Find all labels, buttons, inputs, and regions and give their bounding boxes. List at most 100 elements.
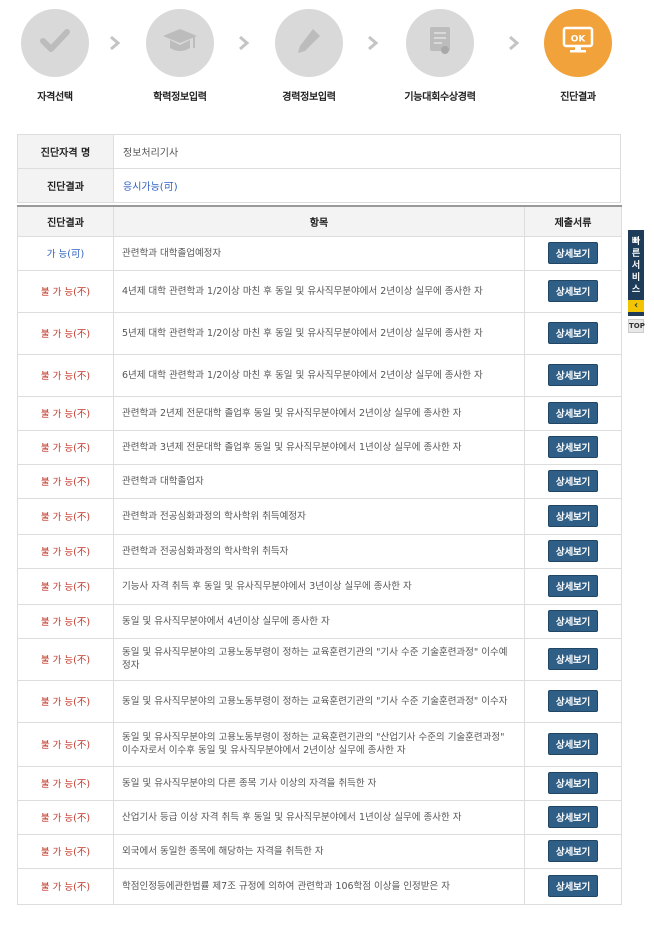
row-result: 불 가 능(不) bbox=[17, 799, 114, 835]
row-item: 관련학과 대학졸업자 bbox=[113, 463, 525, 499]
summary-name-label: 진단자격 명 bbox=[17, 134, 114, 169]
row-item: 관련학과 3년제 전문대학 졸업후 동일 및 유사직무분야에서 1년이상 실무에… bbox=[113, 429, 525, 465]
header-result: 진단결과 bbox=[17, 205, 114, 237]
row-result: 불 가 능(不) bbox=[17, 269, 114, 313]
monitor-ok-text: OK bbox=[571, 35, 587, 45]
detail-view-button[interactable]: 상세보기 bbox=[547, 840, 599, 862]
detail-view-button[interactable]: 상세보기 bbox=[547, 540, 599, 562]
table-row: 불 가 능(不) 동일 및 유사직무분야의 다른 종목 기사 이상의 자격을 취득… bbox=[17, 765, 622, 801]
monitor-ok-icon: OK bbox=[562, 26, 594, 60]
step-label: 학력정보입력 bbox=[153, 92, 207, 103]
detail-view-button[interactable]: 상세보기 bbox=[547, 575, 599, 597]
table-row: 불 가 능(不) 관련학과 2년제 전문대학 졸업후 동일 및 유사직무분야에서 … bbox=[17, 395, 622, 431]
summary-row-result: 진단결과 응시가능(可) bbox=[17, 168, 621, 203]
diagnosis-summary-table: 진단자격 명 정보처리기사 진단결과 응시가능(可) bbox=[17, 134, 621, 203]
step-qualification-select: 자격선택 bbox=[0, 9, 110, 103]
step-diagnosis-result: OK 진단결과 bbox=[523, 9, 633, 103]
table-row: 불 가 능(不) 5년제 대학 관련학과 1/2이상 마친 후 동일 및 유사직무… bbox=[17, 311, 622, 355]
chevron-left-icon: ‹ bbox=[628, 300, 644, 312]
chevron-right-icon bbox=[507, 34, 521, 52]
row-documents: 상세보기 bbox=[524, 497, 622, 535]
detail-view-button[interactable]: 상세보기 bbox=[547, 470, 599, 492]
quick-service-bar: 빠른서비스 ‹ TOP bbox=[628, 230, 645, 333]
row-documents: 상세보기 bbox=[524, 395, 622, 431]
detail-view-button[interactable]: 상세보기 bbox=[547, 505, 599, 527]
row-item: 외국에서 동일한 종목에 해당하는 자격을 취득한 자 bbox=[113, 833, 525, 869]
row-result: 불 가 능(不) bbox=[17, 637, 114, 681]
pencil-icon bbox=[295, 26, 323, 60]
detail-view-button[interactable]: 상세보기 bbox=[547, 648, 599, 670]
quick-service-button[interactable]: 빠른서비스 ‹ bbox=[628, 230, 644, 316]
row-documents: 상세보기 bbox=[524, 567, 622, 605]
detail-view-button[interactable]: 상세보기 bbox=[547, 364, 599, 386]
summary-row-name: 진단자격 명 정보처리기사 bbox=[17, 134, 621, 169]
row-result: 불 가 능(不) bbox=[17, 533, 114, 569]
detail-view-button[interactable]: 상세보기 bbox=[547, 733, 599, 755]
table-row: 불 가 능(不) 관련학과 전공심화과정의 학사학위 취득자 상세보기 bbox=[17, 533, 622, 569]
row-item: 동일 및 유사직무분야에서 4년이상 실무에 종사한 자 bbox=[113, 603, 525, 639]
row-item: 4년제 대학 관련학과 1/2이상 마친 후 동일 및 유사직무분야에서 2년이… bbox=[113, 269, 525, 313]
detail-view-button[interactable]: 상세보기 bbox=[547, 772, 599, 794]
row-result: 불 가 능(不) bbox=[17, 867, 114, 905]
row-documents: 상세보기 bbox=[524, 833, 622, 869]
table-row: 불 가 능(不) 동일 및 유사직무분야의 고용노동부령이 정하는 교육훈련기관의… bbox=[17, 637, 622, 681]
check-icon bbox=[40, 28, 70, 58]
row-result: 불 가 능(不) bbox=[17, 395, 114, 431]
table-row: 불 가 능(不) 동일 및 유사직무분야에서 4년이상 실무에 종사한 자 상세보기 bbox=[17, 603, 622, 639]
row-documents: 상세보기 bbox=[524, 429, 622, 465]
table-row: 불 가 능(不) 학점인정등에관한법률 제7조 규정에 의하여 관련학과 106학… bbox=[17, 867, 622, 905]
row-item: 동일 및 유사직무분야의 고용노동부령이 정하는 교육훈련기관의 "산업기사 수… bbox=[113, 721, 525, 767]
scroll-top-button[interactable]: TOP bbox=[628, 319, 645, 333]
detail-view-button[interactable]: 상세보기 bbox=[547, 610, 599, 632]
table-row: 불 가 능(不) 관련학과 대학졸업자 상세보기 bbox=[17, 463, 622, 499]
row-result: 불 가 능(不) bbox=[17, 765, 114, 801]
table-row: 불 가 능(不) 외국에서 동일한 종목에 해당하는 자격을 취득한 자 상세보기 bbox=[17, 833, 622, 869]
row-item: 5년제 대학 관련학과 1/2이상 마친 후 동일 및 유사직무분야에서 2년이… bbox=[113, 311, 525, 355]
row-result: 불 가 능(不) bbox=[17, 311, 114, 355]
row-documents: 상세보기 bbox=[524, 637, 622, 681]
summary-result-value: 응시가능(可) bbox=[113, 168, 621, 203]
step-career-input: 경력정보입력 bbox=[254, 9, 364, 103]
row-item: 동일 및 유사직무분야의 고용노동부령이 정하는 교육훈련기관의 "기사 수준 … bbox=[113, 637, 525, 681]
row-result: 불 가 능(不) bbox=[17, 603, 114, 639]
row-documents: 상세보기 bbox=[524, 679, 622, 723]
certificate-icon bbox=[427, 25, 453, 61]
diagnosis-detail-table: 진단결과 항목 제출서류 가 능(可) 관련학과 대학졸업예정자 상세보기 불 가 능… bbox=[17, 205, 622, 905]
step-education-input: 학력정보입력 bbox=[125, 9, 235, 103]
table-row: 불 가 능(不) 산업기사 등급 이상 자격 취득 후 동일 및 유사직무분야에서… bbox=[17, 799, 622, 835]
row-item: 6년제 대학 관련학과 1/2이상 마친 후 동일 및 유사직무분야에서 2년이… bbox=[113, 353, 525, 397]
chevron-right-icon bbox=[108, 34, 122, 52]
header-item: 항목 bbox=[113, 205, 525, 237]
detail-view-button[interactable]: 상세보기 bbox=[547, 402, 599, 424]
row-result: 불 가 능(不) bbox=[17, 567, 114, 605]
detail-view-button[interactable]: 상세보기 bbox=[547, 436, 599, 458]
row-documents: 상세보기 bbox=[524, 311, 622, 355]
row-result: 불 가 능(不) bbox=[17, 463, 114, 499]
row-item: 관련학과 전공심화과정의 학사학위 취득자 bbox=[113, 533, 525, 569]
detail-view-button[interactable]: 상세보기 bbox=[547, 690, 599, 712]
detail-view-button[interactable]: 상세보기 bbox=[547, 806, 599, 828]
row-documents: 상세보기 bbox=[524, 765, 622, 801]
summary-result-label: 진단결과 bbox=[17, 168, 114, 203]
table-row: 불 가 능(不) 4년제 대학 관련학과 1/2이상 마친 후 동일 및 유사직무… bbox=[17, 269, 622, 313]
detail-view-button[interactable]: 상세보기 bbox=[547, 280, 599, 302]
row-result: 불 가 능(不) bbox=[17, 497, 114, 535]
row-item: 관련학과 전공심화과정의 학사학위 취득예정자 bbox=[113, 497, 525, 535]
row-documents: 상세보기 bbox=[524, 533, 622, 569]
header-documents: 제출서류 bbox=[524, 205, 622, 237]
table-row: 불 가 능(不) 기능사 자격 취득 후 동일 및 유사직무분야에서 3년이상 실… bbox=[17, 567, 622, 605]
detail-view-button[interactable]: 상세보기 bbox=[547, 242, 599, 264]
row-item: 관련학과 2년제 전문대학 졸업후 동일 및 유사직무분야에서 2년이상 실무에… bbox=[113, 395, 525, 431]
detail-view-button[interactable]: 상세보기 bbox=[547, 875, 599, 897]
table-row: 가 능(可) 관련학과 대학졸업예정자 상세보기 bbox=[17, 235, 622, 271]
detail-view-button[interactable]: 상세보기 bbox=[547, 322, 599, 344]
table-row: 불 가 능(不) 동일 및 유사직무분야의 고용노동부령이 정하는 교육훈련기관의… bbox=[17, 721, 622, 767]
row-result: 불 가 능(不) bbox=[17, 429, 114, 465]
row-documents: 상세보기 bbox=[524, 269, 622, 313]
row-documents: 상세보기 bbox=[524, 799, 622, 835]
row-documents: 상세보기 bbox=[524, 463, 622, 499]
row-result: 불 가 능(不) bbox=[17, 721, 114, 767]
step-progress: 자격선택 학력정보입력 경력정보입력 기능대회수상경력 OK 진단결과 bbox=[0, 0, 654, 110]
row-result: 불 가 능(不) bbox=[17, 833, 114, 869]
row-documents: 상세보기 bbox=[524, 353, 622, 397]
